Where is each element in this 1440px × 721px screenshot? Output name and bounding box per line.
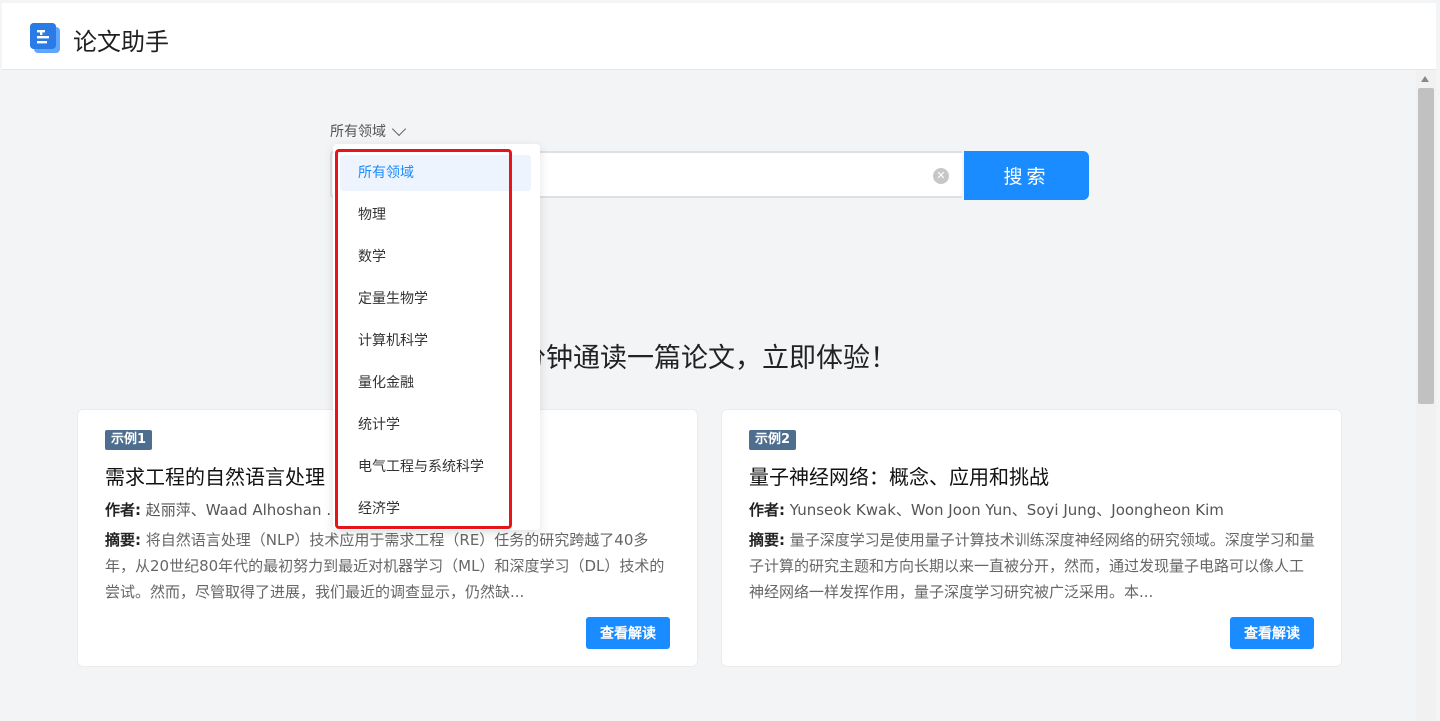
abstract-label: 摘要:	[749, 531, 785, 549]
authors-label: 作者:	[749, 501, 785, 519]
scroll-up-arrow-icon[interactable]	[1421, 76, 1429, 82]
paper-title[interactable]: 量子神经网络：概念、应用和挑战	[749, 461, 1049, 490]
headline: 分钟通读一篇论文，立即体验！	[519, 343, 897, 374]
dropdown-option-math[interactable]: 数学	[340, 239, 531, 275]
abstract-text: 量子深度学习是使用量子计算技术训练深度神经网络的研究领域。深度学习和量子计算的研…	[749, 531, 1315, 601]
header: 论文助手	[2, 3, 1436, 70]
dropdown-option-quant-bio[interactable]: 定量生物学	[340, 281, 531, 317]
app-title: 论文助手	[73, 28, 169, 56]
abstract-text: 将自然语言处理（NLP）技术应用于需求工程（RE）任务的研究跨越了40多年，从2…	[105, 531, 665, 601]
dropdown-option-eess[interactable]: 电气工程与系统科学	[340, 449, 531, 485]
scrollbar-thumb[interactable]	[1418, 88, 1434, 404]
dropdown-option-cs[interactable]: 计算机科学	[340, 323, 531, 359]
paper-authors: 作者: Yunseok Kwak、Won Joon Yun、Soyi Jung、…	[749, 499, 1224, 520]
example-badge: 示例1	[105, 430, 153, 450]
scrollbar[interactable]	[1416, 70, 1436, 721]
search-button[interactable]: 搜索	[964, 151, 1089, 200]
field-select-value: 所有领域	[330, 124, 386, 140]
field-dropdown-menu: 所有领域 物理 数学 定量生物学 计算机科学 量化金融 统计学 电气工程与系统科…	[333, 144, 540, 530]
dropdown-option-all[interactable]: 所有领域	[340, 155, 531, 191]
dropdown-option-physics[interactable]: 物理	[340, 197, 531, 233]
view-interpretation-button[interactable]: 查看解读	[586, 617, 670, 649]
authors-label: 作者:	[105, 501, 141, 519]
paper-title[interactable]: 需求工程的自然语言处理	[105, 461, 325, 490]
abstract-label: 摘要:	[105, 531, 141, 549]
authors-value: Yunseok Kwak、Won Joon Yun、Soyi Jung、Joon…	[789, 501, 1224, 519]
paper-abstract: 摘要: 将自然语言处理（NLP）技术应用于需求工程（RE）任务的研究跨越了40多…	[105, 527, 673, 605]
paper-abstract: 摘要: 量子深度学习是使用量子计算技术训练深度神经网络的研究领域。深度学习和量子…	[749, 527, 1317, 605]
field-select[interactable]: 所有领域	[330, 121, 407, 141]
example-card-2: 示例2 量子神经网络：概念、应用和挑战 作者: Yunseok Kwak、Won…	[721, 409, 1342, 667]
chevron-down-icon	[391, 121, 407, 136]
dropdown-option-stats[interactable]: 统计学	[340, 407, 531, 443]
clear-icon[interactable]: ✕	[933, 168, 949, 184]
document-logo-icon	[30, 23, 60, 53]
example-badge: 示例2	[749, 430, 797, 450]
view-interpretation-button[interactable]: 查看解读	[1230, 617, 1314, 649]
dropdown-option-econ[interactable]: 经济学	[340, 491, 531, 527]
dropdown-option-quant-finance[interactable]: 量化金融	[340, 365, 531, 401]
